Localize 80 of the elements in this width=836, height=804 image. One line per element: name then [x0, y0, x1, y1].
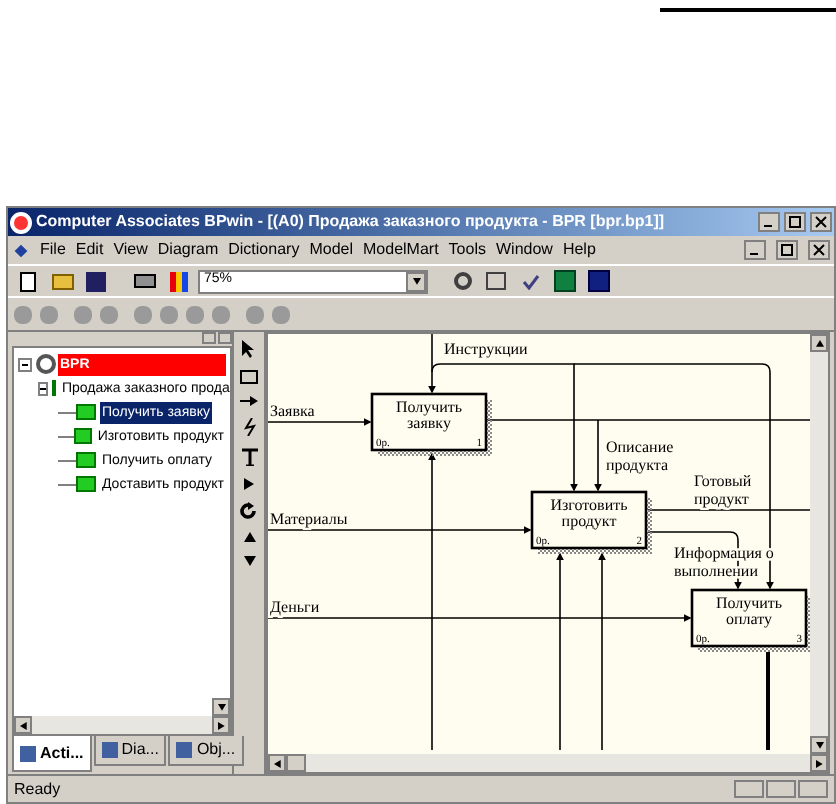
tree-icon[interactable]: [550, 267, 578, 295]
close-icon: [814, 216, 828, 228]
arrow-label: Инструкции: [444, 340, 528, 358]
horizontal-scrollbar[interactable]: [14, 716, 230, 734]
up-triangle-icon[interactable]: [243, 532, 255, 544]
menu-item[interactable]: Tools: [448, 238, 486, 262]
arrow-label: Заявка: [270, 402, 315, 420]
maximize-icon: [788, 216, 802, 228]
window-title: Computer Associates BPwin - [(A0) Продажа заказного продукта - BPR [bpr.bp1]]: [36, 210, 667, 234]
pointer-icon[interactable]: [242, 340, 256, 358]
down-triangle-icon[interactable]: [243, 556, 255, 568]
scroll-button[interactable]: [212, 716, 230, 734]
status-panel: [798, 780, 828, 798]
scroll-thumb[interactable]: [286, 754, 306, 772]
text-tool-icon[interactable]: [241, 448, 257, 466]
save-icon[interactable]: [82, 267, 110, 295]
app-logo-icon: [10, 211, 32, 233]
rectangle-icon[interactable]: [240, 370, 258, 384]
left-arrow-icon: [273, 759, 281, 767]
menu-item[interactable]: Model: [309, 238, 353, 262]
close-button[interactable]: [808, 240, 830, 260]
color-icon[interactable]: [164, 267, 192, 295]
activity-title: Изготовить продукт: [550, 496, 628, 530]
status-panel: [734, 780, 764, 798]
status-text: Ready: [14, 777, 63, 801]
activity-title: Получить заявку: [395, 398, 463, 432]
arrow-label: Деньги: [270, 598, 320, 616]
minimize-button[interactable]: [744, 240, 766, 260]
rotate-icon[interactable]: [240, 502, 258, 520]
expand-toggle[interactable]: [38, 381, 48, 395]
restore-icon: [780, 244, 794, 256]
scroll-button[interactable]: [810, 334, 828, 352]
activity-icon: [75, 476, 96, 492]
scroll-button[interactable]: [810, 754, 828, 772]
arrow: [268, 418, 372, 426]
up-arrow-icon: [815, 339, 823, 347]
menu-item[interactable]: File: [40, 238, 66, 262]
restore-button[interactable]: [776, 240, 798, 260]
dropdown-button[interactable]: [406, 271, 426, 291]
down-arrow-icon: [217, 703, 225, 711]
left-arrow-icon: [19, 721, 27, 729]
arrow-label: Материалы: [270, 510, 348, 528]
menu-item[interactable]: Diagram: [157, 238, 219, 262]
panel-tab[interactable]: Dia...: [93, 736, 167, 766]
model-icon[interactable]: [584, 267, 612, 295]
down-arrow-icon: [411, 277, 421, 285]
panel-tab[interactable]: Obj...: [168, 736, 244, 766]
expand-toggle[interactable]: [18, 357, 32, 371]
scroll-button[interactable]: [810, 736, 828, 754]
menu-item[interactable]: ModelMart: [363, 238, 439, 262]
scroll-button[interactable]: [14, 716, 32, 734]
arrow-label: Описание продукта: [606, 438, 674, 474]
zoom-fit-icon[interactable]: [482, 267, 510, 295]
right-arrow-icon: [815, 759, 823, 767]
down-arrow-icon: [815, 741, 823, 749]
menu-item[interactable]: Help: [562, 238, 596, 262]
vertical-scrollbar[interactable]: [810, 334, 828, 754]
menu-item[interactable]: Window: [495, 238, 553, 262]
scroll-button[interactable]: [212, 698, 230, 716]
activity-box[interactable]: [530, 490, 648, 550]
menu-item[interactable]: View: [113, 238, 148, 262]
minimize-button[interactable]: [758, 212, 780, 232]
menu-item[interactable]: Dictionary: [228, 238, 300, 262]
document-icon[interactable]: [14, 243, 28, 257]
new-file-icon[interactable]: [14, 267, 42, 295]
activity-title: Получить оплату: [715, 594, 783, 628]
status-panel: [766, 780, 796, 798]
arrow-icon[interactable]: [240, 396, 258, 406]
close-icon: [812, 244, 826, 256]
close-button[interactable]: [810, 212, 832, 232]
arrow-label: Готовый продукт: [694, 472, 752, 508]
right-arrow-icon: [217, 721, 225, 729]
panel-tab[interactable]: Acti...: [12, 736, 92, 772]
scroll-button[interactable]: [268, 754, 286, 772]
maximize-button[interactable]: [784, 212, 806, 232]
activity-box[interactable]: [370, 392, 488, 452]
horizontal-scrollbar[interactable]: [268, 754, 828, 772]
activity-box[interactable]: [690, 588, 808, 648]
play-icon[interactable]: [243, 478, 255, 490]
menu-item[interactable]: Edit: [75, 238, 104, 262]
